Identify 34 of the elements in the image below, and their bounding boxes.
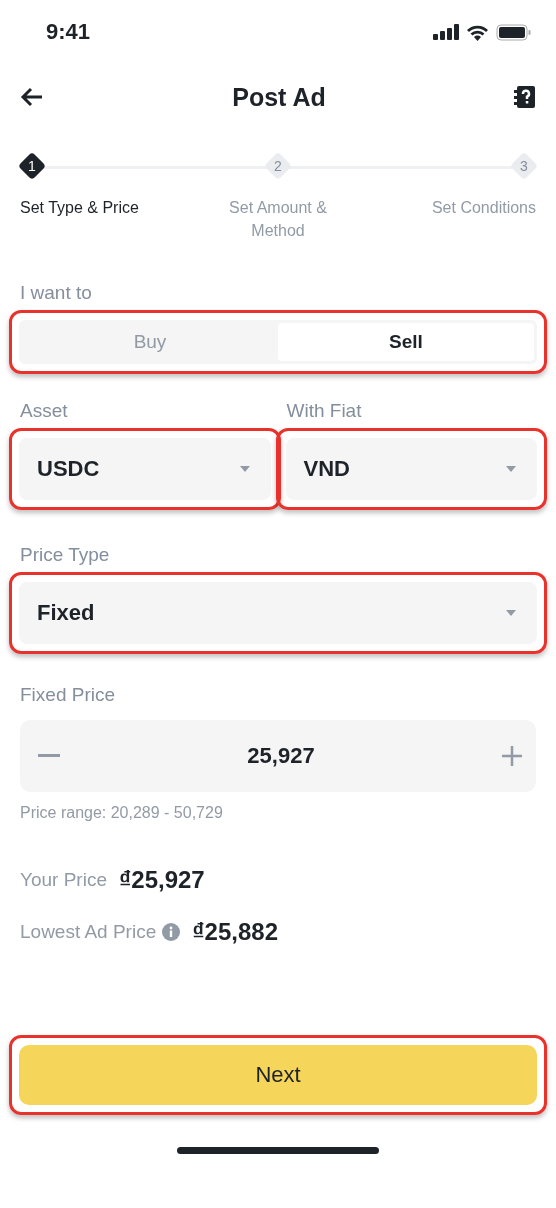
back-arrow-icon[interactable]	[20, 87, 44, 107]
dropdown-caret-icon	[505, 609, 517, 617]
step-marker: 3	[509, 151, 539, 181]
minus-icon[interactable]	[38, 754, 60, 758]
field-label: Asset	[20, 400, 69, 422]
step-label: Set Conditions	[430, 198, 536, 218]
field-label: Fixed Price	[20, 684, 117, 706]
help-book-icon[interactable]	[514, 85, 536, 109]
battery-icon	[496, 23, 532, 41]
dropdown-caret-icon	[505, 465, 517, 473]
wifi-icon	[466, 23, 489, 41]
field-label: Price Type	[20, 544, 111, 566]
info-icon[interactable]	[162, 923, 181, 941]
segment-option[interactable]: Sell	[278, 323, 534, 361]
price-stepper-field[interactable]: 25,927	[20, 720, 536, 792]
page-title: Post Ad	[232, 82, 326, 112]
step-label: Set Type & Price	[20, 198, 140, 218]
price-label: Lowest Ad Price	[20, 921, 157, 943]
dropdown[interactable]: Fixed	[19, 582, 537, 644]
plus-icon[interactable]	[502, 746, 522, 766]
dropdown-caret-icon	[238, 465, 251, 473]
dropdown[interactable]: VND	[285, 438, 537, 500]
step-label: Set Amount & Method	[228, 198, 328, 241]
signal-icon	[433, 24, 459, 40]
field-label: With Fiat	[286, 400, 363, 422]
price-label: Your Price	[20, 869, 107, 891]
status-time: 9:41	[46, 19, 91, 45]
price-value: ₫25,927	[118, 866, 205, 894]
price-range-text: Price range: 20,289 - 50,729	[20, 804, 224, 822]
dropdown[interactable]: USDC	[19, 438, 271, 500]
price-value: ₫25,882	[192, 918, 278, 946]
step-marker: 1	[17, 151, 47, 181]
next-button[interactable]: Next	[19, 1045, 537, 1105]
field-label: I want to	[20, 282, 93, 304]
